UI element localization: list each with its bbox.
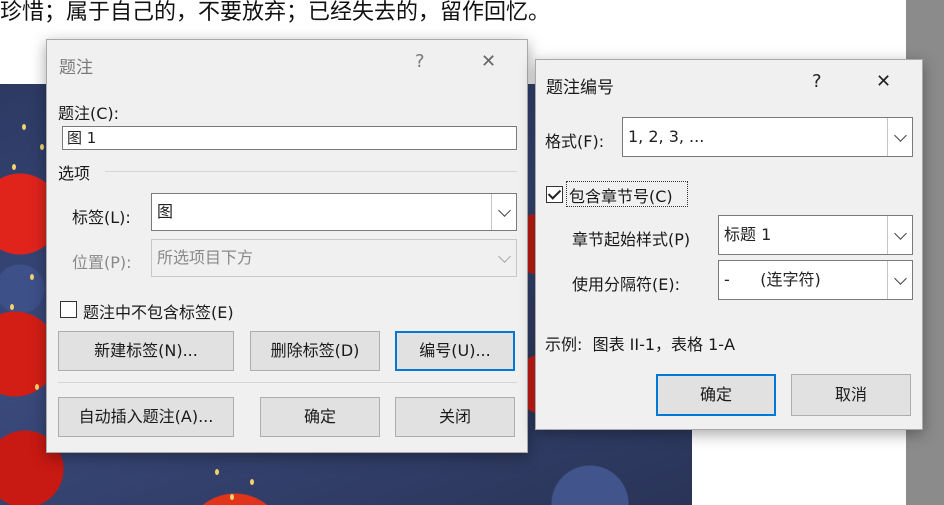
label-field-label: 标签(L): [72,208,131,227]
help-button[interactable]: ? [812,71,822,92]
position-field-label: 位置(P): [72,253,132,272]
separator-label: 使用分隔符(E): [572,275,680,294]
buttons-divider [58,382,517,383]
document-text-line: 珍惜；属于自己的，不要放弃；已经失去的，留作回忆。 [0,0,551,24]
chapter-style-label: 章节起始样式(P) [572,230,691,249]
format-label: 格式(F): [545,132,605,151]
chevron-down-icon [887,216,912,254]
exclude-label-checkbox[interactable] [60,301,77,318]
numbering-button[interactable]: 编号(U)... [395,331,515,371]
caption-input[interactable]: 图 1 [62,126,517,150]
delete-label-button[interactable]: 删除标签(D) [250,331,380,371]
chevron-down-icon [492,240,516,276]
separator-select[interactable]: - (连字符) [718,260,913,300]
options-heading: 选项 [58,164,91,183]
chevron-down-icon [491,194,516,230]
label-select[interactable]: 图 [151,193,517,231]
close-icon[interactable]: ✕ [876,71,891,92]
caption-label: 题注(C): [58,104,120,123]
format-select-value: 1, 2, 3, ... [628,127,705,146]
options-divider [105,171,517,172]
separator-value: - (连字符) [724,270,821,289]
format-select[interactable]: 1, 2, 3, ... [622,117,913,157]
cancel-button[interactable]: 取消 [791,374,911,416]
dialog-title: 题注编号 [546,78,614,98]
new-label-button[interactable]: 新建标签(N)... [58,331,234,371]
caption-numbering-dialog: 题注编号 ? ✕ 格式(F): 1, 2, 3, ... 包含章节号(C) 章节… [535,59,923,430]
include-chapter-text: 包含章节号(C) [569,187,673,206]
close-icon[interactable]: ✕ [481,51,496,72]
close-button[interactable]: 关闭 [395,397,515,437]
autocaption-button[interactable]: 自动插入题注(A)... [58,397,234,437]
chevron-down-icon [887,118,912,156]
include-chapter-checkbox[interactable] [546,186,563,203]
position-select-value: 所选项目下方 [157,248,254,267]
example-text: 示例: 图表 II-1，表格 1-A [545,335,736,354]
chevron-down-icon [887,261,912,299]
chapter-style-value: 标题 1 [724,225,772,244]
ok-button[interactable]: 确定 [656,374,776,416]
help-button[interactable]: ? [415,51,425,72]
label-select-value: 图 [157,202,174,221]
ok-button[interactable]: 确定 [260,397,380,437]
chapter-style-select[interactable]: 标题 1 [718,215,913,255]
exclude-label-text: 题注中不包含标签(E) [83,303,234,322]
dialog-title: 题注 [59,58,93,78]
position-select[interactable]: 所选项目下方 [151,239,517,277]
caption-dialog: 题注 ? ✕ 题注(C): 图 1 选项 标签(L): 图 位置(P): 所选项… [46,39,528,453]
